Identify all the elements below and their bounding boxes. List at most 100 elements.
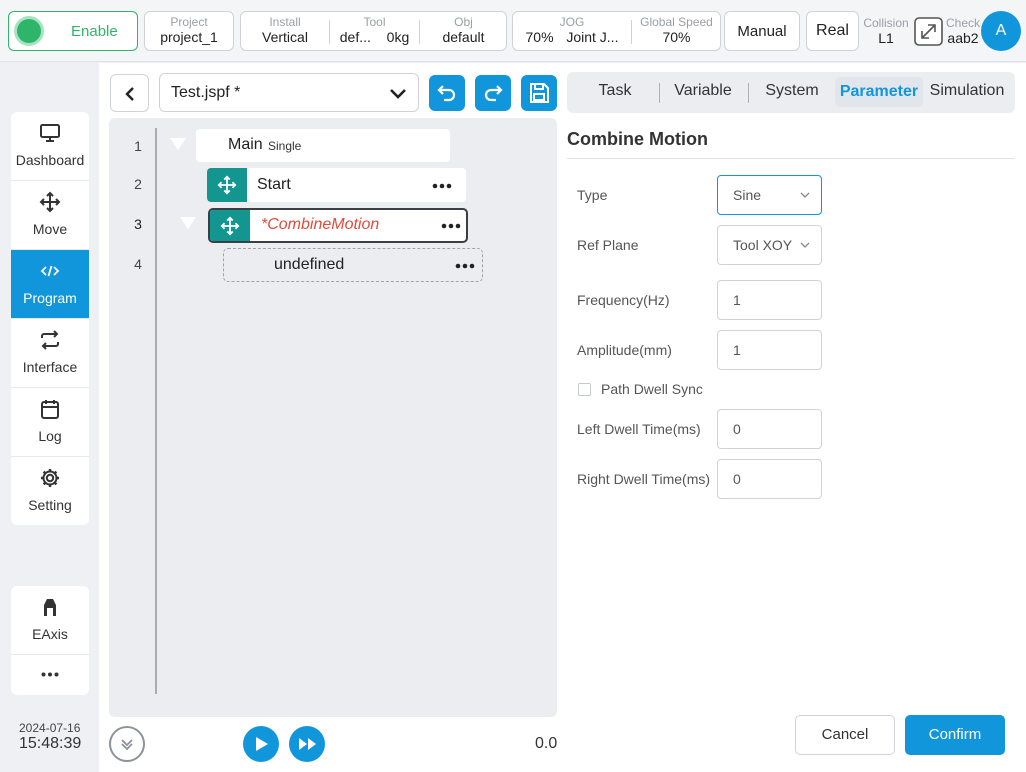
tab-parameter[interactable]: Parameter	[835, 77, 923, 107]
cancel-button[interactable]: Cancel	[795, 715, 895, 755]
amplitude-input[interactable]: 1	[717, 330, 822, 370]
enable-indicator-icon	[17, 19, 41, 43]
install-tool-obj-group: Install Vertical Tool def... 0kg Obj def…	[240, 11, 507, 51]
jog-percent: 70%	[525, 29, 554, 45]
drag-handle[interactable]	[210, 210, 250, 241]
collapse-triangle-icon[interactable]	[170, 138, 186, 150]
collapse-triangle-icon[interactable]	[180, 217, 196, 229]
type-value: Sine	[733, 187, 762, 203]
sidebar-item-label: Move	[32, 221, 68, 237]
code-icon	[40, 265, 60, 277]
sidebar-item-label: Dashboard	[15, 152, 85, 168]
cancel-label: Cancel	[821, 726, 869, 743]
sidebar-item-label: EAxis	[32, 626, 68, 642]
install-value: Vertical	[262, 29, 308, 45]
play-icon	[256, 737, 268, 751]
program-line-main[interactable]: Main Single	[196, 129, 450, 162]
speed-readout: 0.0	[535, 735, 558, 752]
sidebar-item-label: Program	[23, 290, 77, 306]
install-selector[interactable]: Install Vertical	[241, 12, 329, 50]
tab-variable[interactable]: Variable	[667, 73, 739, 109]
sidebar-item-setting[interactable]: Setting	[11, 457, 89, 525]
real-mode-button[interactable]: Real	[806, 11, 859, 51]
line-sublabel: Single	[268, 139, 302, 153]
ref-plane-select[interactable]: Tool XOY	[717, 225, 822, 265]
redo-icon	[484, 85, 503, 102]
chevron-left-icon	[125, 87, 134, 101]
right-dwell-input[interactable]: 0	[717, 459, 822, 499]
chevron-down-circle-icon	[121, 739, 133, 750]
more-options-icon[interactable]	[455, 263, 475, 269]
program-line-undefined[interactable]: undefined	[223, 248, 483, 282]
frequency-input[interactable]: 1	[717, 280, 822, 320]
ref-plane-label: Ref Plane	[577, 237, 639, 253]
path-dwell-sync-checkbox[interactable]	[578, 383, 591, 396]
tool-value: def...	[339, 29, 371, 45]
project-selector[interactable]: Project project_1	[144, 11, 234, 51]
back-button[interactable]	[110, 74, 149, 112]
tab-system[interactable]: System	[758, 73, 826, 109]
check-value: aab2	[947, 30, 979, 46]
file-select[interactable]: Test.jspf *	[159, 73, 419, 112]
undo-button[interactable]	[429, 75, 465, 111]
path-dwell-sync-label[interactable]: Path Dwell Sync	[601, 381, 703, 397]
line-number: 3	[134, 216, 142, 232]
sidebar-item-more[interactable]	[11, 655, 89, 695]
global-speed-selector[interactable]: Global Speed 70%	[632, 12, 721, 50]
tool-selector[interactable]: Tool def... 0kg	[330, 12, 419, 50]
tool-weight: 0kg	[386, 29, 410, 45]
tab-simulation[interactable]: Simulation	[925, 73, 1009, 109]
check-indicator[interactable]: Check aab2	[944, 14, 982, 47]
tab-task[interactable]: Task	[583, 73, 647, 109]
sidebar-item-label: Interface	[22, 359, 78, 375]
left-dwell-input[interactable]: 0	[717, 409, 822, 449]
undo-icon	[437, 85, 456, 102]
save-icon	[530, 83, 549, 103]
more-icon	[41, 672, 59, 677]
sidebar-item-log[interactable]: Log	[11, 388, 89, 457]
program-line-start[interactable]: Start	[207, 168, 466, 202]
chevron-down-icon	[390, 89, 406, 99]
sidebar-time: 15:48:39	[19, 735, 82, 752]
confirm-label: Confirm	[928, 726, 982, 743]
manual-mode-button[interactable]: Manual	[724, 11, 800, 51]
line-number: 4	[134, 256, 142, 272]
jog-selector[interactable]: JOG 70% Joint J...	[513, 12, 631, 50]
program-line-combine-motion[interactable]: *CombineMotion	[208, 208, 468, 243]
panel-title: Combine Motion	[567, 129, 708, 149]
drag-handle[interactable]	[207, 168, 247, 202]
redo-button[interactable]	[475, 75, 511, 111]
collision-value: L1	[878, 30, 894, 46]
enable-button[interactable]: Enable	[8, 11, 138, 51]
manual-label: Manual	[737, 23, 787, 40]
install-caption: Install	[269, 15, 301, 29]
type-select[interactable]: Sine	[717, 175, 822, 215]
sidebar-item-interface[interactable]: Interface	[11, 319, 89, 388]
line-label: Main	[228, 136, 263, 153]
right-dwell-label: Right Dwell Time(ms)	[577, 471, 711, 487]
type-label: Type	[577, 187, 608, 203]
editor-gutter-line	[155, 128, 157, 694]
step-down-button[interactable]	[109, 726, 145, 762]
obj-value: default	[442, 29, 485, 45]
sidebar-item-eaxis[interactable]: EAxis	[11, 586, 89, 655]
more-options-icon[interactable]	[441, 223, 461, 229]
sidebar-item-dashboard[interactable]: Dashboard	[11, 112, 89, 181]
tool-caption: Tool	[363, 15, 386, 29]
enable-label: Enable	[71, 23, 118, 40]
sidebar-item-move[interactable]: Move	[11, 181, 89, 250]
fullscreen-icon[interactable]	[914, 17, 943, 46]
obj-selector[interactable]: Obj default	[420, 12, 507, 50]
confirm-button[interactable]: Confirm	[905, 715, 1005, 755]
play-button[interactable]	[243, 726, 279, 762]
more-options-icon[interactable]	[432, 183, 452, 189]
collision-indicator[interactable]: Collision L1	[862, 14, 910, 47]
frequency-label: Frequency(Hz)	[577, 292, 670, 308]
project-value: project_1	[160, 29, 218, 45]
save-button[interactable]	[521, 75, 557, 111]
avatar[interactable]: A	[981, 11, 1021, 51]
real-label: Real	[816, 22, 849, 39]
jog-speed-group: JOG 70% Joint J... Global Speed 70%	[512, 11, 721, 51]
sidebar-item-program[interactable]: Program	[11, 250, 89, 319]
step-forward-button[interactable]	[289, 726, 325, 762]
